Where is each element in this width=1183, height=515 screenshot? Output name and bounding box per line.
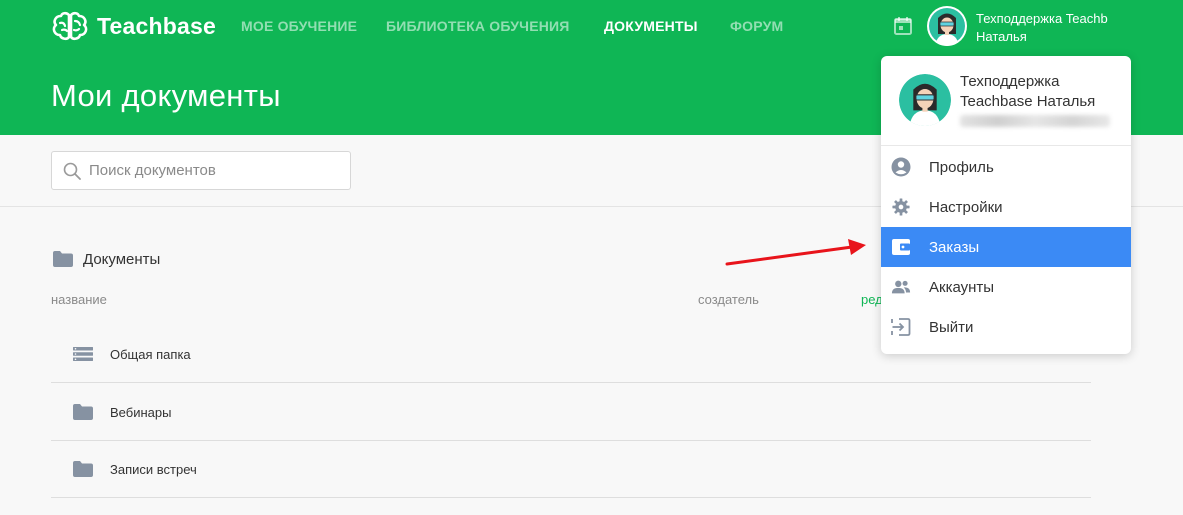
menu-item-settings[interactable]: Настройки (881, 187, 1131, 227)
column-header-creator[interactable]: создатель (698, 292, 759, 307)
menu-item-label: Выйти (929, 318, 974, 336)
menu-item-logout[interactable]: Выйти (881, 307, 1131, 347)
user-name-top[interactable]: Техподдержка Teachb Наталья (976, 10, 1136, 46)
logout-icon (891, 317, 911, 337)
avatar-image-icon (899, 74, 951, 126)
user-dropdown-menu: Техподдержка Teachbase Наталья Профиль Н… (881, 56, 1131, 354)
gear-icon (891, 197, 911, 217)
folder-icon (53, 251, 73, 267)
dropdown-user-header: Техподдержка Teachbase Наталья (881, 56, 1131, 146)
logo[interactable]: Teachbase (51, 10, 216, 42)
search-icon (63, 162, 81, 180)
table-row[interactable]: Записи встреч (51, 441, 1091, 498)
avatar (899, 74, 951, 126)
avatar[interactable] (927, 6, 967, 46)
user-name-line1: Техподдержка Teachb (976, 11, 1108, 26)
menu-item-orders[interactable]: Заказы (881, 227, 1131, 267)
breadcrumb-label: Документы (83, 250, 161, 268)
calendar-icon[interactable] (893, 16, 913, 36)
stack-icon (72, 345, 94, 363)
nav-library[interactable]: БИБЛИОТЕКА ОБУЧЕНИЯ (386, 18, 570, 34)
nav-my-learning[interactable]: МОЕ ОБУЧЕНИЕ (241, 18, 357, 34)
user-circle-icon (891, 157, 911, 177)
folder-icon (72, 403, 94, 421)
search-input[interactable] (89, 162, 329, 179)
breadcrumb[interactable]: Документы (52, 250, 160, 268)
user-name-line2: Наталья (976, 29, 1027, 44)
users-icon (891, 277, 911, 297)
menu-item-label: Профиль (929, 158, 994, 176)
row-name: Вебинары (110, 404, 172, 420)
folder-icon (72, 460, 94, 478)
annotation-arrow-icon (725, 239, 866, 266)
search-field[interactable] (51, 151, 351, 190)
column-header-edited[interactable]: ред (861, 292, 883, 307)
brain-logo-icon (52, 11, 88, 41)
table-row[interactable]: Вебинары (51, 384, 1091, 441)
column-header-name[interactable]: название (51, 292, 107, 307)
avatar-image-icon (929, 8, 965, 46)
nav-documents[interactable]: ДОКУМЕНТЫ (604, 18, 698, 34)
row-name: Записи встреч (110, 461, 197, 477)
menu-item-profile[interactable]: Профиль (881, 147, 1131, 187)
row-name: Общая папка (110, 346, 191, 362)
menu-item-label: Заказы (929, 238, 980, 256)
menu-item-accounts[interactable]: Аккаунты (881, 267, 1131, 307)
menu-item-label: Аккаунты (929, 278, 995, 296)
dropdown-user-name: Техподдержка Teachbase Наталья (960, 73, 1096, 110)
wallet-icon (891, 237, 911, 257)
blurred-email (960, 115, 1110, 127)
nav-forum[interactable]: ФОРУМ (730, 18, 783, 34)
brand-name: Teachbase (97, 12, 216, 39)
menu-item-label: Настройки (929, 198, 1003, 216)
page-title: Мои документы (51, 78, 281, 113)
